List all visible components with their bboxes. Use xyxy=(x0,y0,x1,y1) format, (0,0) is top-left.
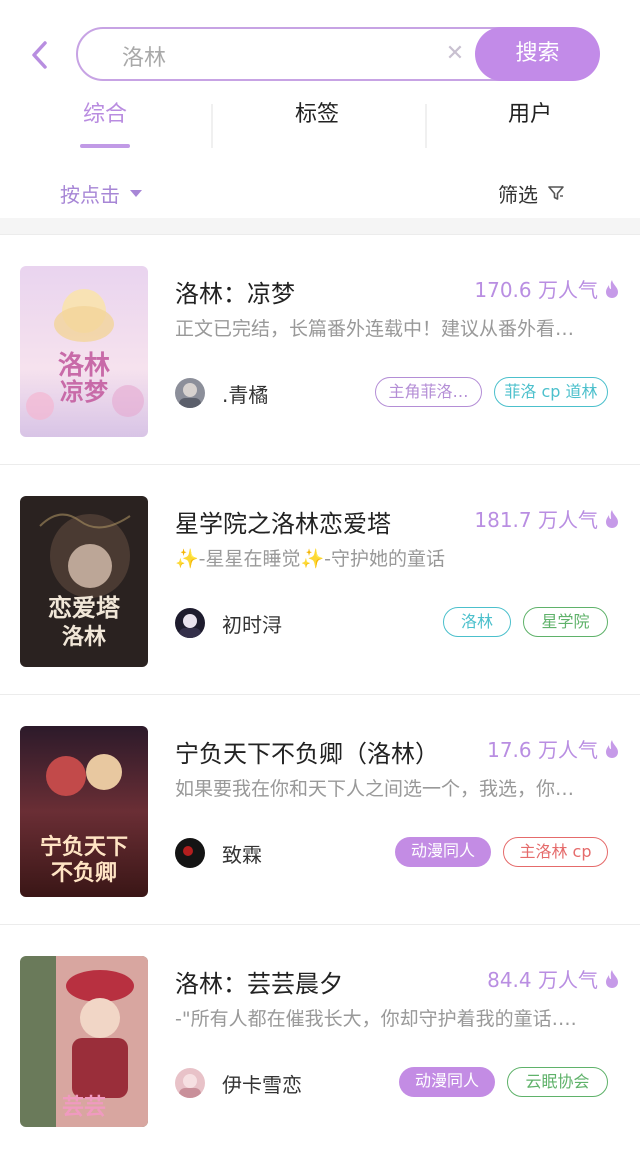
book-title: 星学院之洛林恋爱塔 xyxy=(175,510,391,538)
avatar[interactable] xyxy=(175,378,205,408)
tag-chip[interactable]: 动漫同人 xyxy=(399,1067,495,1097)
svg-text:洛林: 洛林 xyxy=(62,624,106,650)
author-name[interactable]: 伊卡雪恋 xyxy=(222,1069,302,1098)
svg-text:不负卿: 不负卿 xyxy=(51,860,117,886)
book-card[interactable]: 宁负天下 不负卿 宁负天下不负卿（洛林） 17.6 万人气 如果要我在你和天下人… xyxy=(0,694,640,925)
popularity: 84.4 万人气 xyxy=(487,964,620,993)
tab-users[interactable]: 用户 xyxy=(485,96,575,136)
tag-chip[interactable]: 主角菲洛… xyxy=(375,377,482,407)
tag-chip[interactable]: 云眠协会 xyxy=(507,1067,608,1097)
book-card[interactable]: 芸芸 洛林：芸芸晨夕 84.4 万人气 -"所有人都在催我长大，你却守护着我的童… xyxy=(0,924,640,1154)
search-input[interactable] xyxy=(120,37,424,75)
sort-dropdown[interactable]: 按点击 xyxy=(60,178,142,208)
book-card[interactable]: 恋爱塔 洛林 星学院之洛林恋爱塔 181.7 万人气 ✨-星星在睡觉✨-守护她的… xyxy=(0,464,640,695)
tag-chip[interactable]: 星学院 xyxy=(523,607,608,637)
book-title: 宁负天下不负卿（洛林） xyxy=(175,740,439,768)
chevron-left-icon xyxy=(32,41,47,69)
tab-comprehensive[interactable]: 综合 xyxy=(60,96,150,136)
popularity: 170.6 万人气 xyxy=(474,274,620,303)
sort-label: 按点击 xyxy=(60,182,120,207)
book-cover: 宁负天下 不负卿 xyxy=(20,726,148,897)
close-icon[interactable]: ✕ xyxy=(442,41,468,67)
popularity-value: 170.6 万人气 xyxy=(474,278,598,302)
back-button[interactable] xyxy=(26,38,52,72)
search-box: ✕ 搜索 xyxy=(76,27,600,81)
caret-down-icon xyxy=(130,189,142,197)
flame-icon xyxy=(606,739,618,758)
tag-chip[interactable]: 动漫同人 xyxy=(395,837,491,867)
book-description: 正文已完结，长篇番外连载中！建议从番外看… xyxy=(175,318,575,340)
popularity: 17.6 万人气 xyxy=(487,734,620,763)
filter-button[interactable]: 筛选 xyxy=(498,178,564,208)
book-title: 洛林：芸芸晨夕 xyxy=(175,970,343,998)
flame-icon xyxy=(606,969,618,988)
book-cover: 恋爱塔 洛林 xyxy=(20,496,148,667)
book-cover: 洛林 凉梦 xyxy=(20,266,148,437)
book-cover: 芸芸 xyxy=(20,956,148,1127)
popularity-value: 181.7 万人气 xyxy=(474,508,598,532)
popularity-value: 84.4 万人气 xyxy=(487,968,598,992)
book-description: 如果要我在你和天下人之间选一个，我选，你… xyxy=(175,778,575,800)
author-name[interactable]: 初时浔 xyxy=(222,609,282,638)
book-description: -"所有人都在催我长大，你却守护着我的童话…. xyxy=(175,1008,577,1030)
avatar[interactable] xyxy=(175,608,205,638)
flame-icon xyxy=(606,509,618,528)
svg-text:宁负天下: 宁负天下 xyxy=(40,834,128,860)
popularity: 181.7 万人气 xyxy=(474,504,620,533)
book-card[interactable]: 洛林 凉梦 洛林：凉梦 170.6 万人气 正文已完结，长篇番外连载中！建议从番… xyxy=(0,234,640,465)
search-button[interactable]: 搜索 xyxy=(475,27,600,81)
svg-text:芸芸: 芸芸 xyxy=(62,1094,106,1120)
flame-icon xyxy=(606,279,618,298)
tag-chip[interactable]: 菲洛 cp 道林 xyxy=(494,377,608,407)
avatar[interactable] xyxy=(175,838,205,868)
section-divider xyxy=(0,218,640,235)
tab-divider xyxy=(425,104,427,148)
top-bar: ✕ 搜索 xyxy=(0,0,640,92)
tab-divider xyxy=(211,104,213,148)
author-name[interactable]: .青橘 xyxy=(222,379,268,408)
active-tab-indicator xyxy=(80,144,130,148)
tab-bar: 综合 标签 用户 xyxy=(0,90,640,150)
avatar[interactable] xyxy=(175,1068,205,1098)
book-description: ✨-星星在睡觉✨-守护她的童话 xyxy=(175,548,446,570)
book-title: 洛林：凉梦 xyxy=(175,280,295,308)
svg-text:恋爱塔: 恋爱塔 xyxy=(48,593,121,622)
filter-label: 筛选 xyxy=(498,182,538,207)
svg-text:凉梦: 凉梦 xyxy=(60,377,109,406)
popularity-value: 17.6 万人气 xyxy=(487,738,598,762)
tag-chip[interactable]: 洛林 xyxy=(443,607,511,637)
tag-chip[interactable]: 主洛林 cp xyxy=(503,837,608,867)
filter-icon xyxy=(548,186,564,200)
author-name[interactable]: 致霖 xyxy=(222,839,262,868)
tab-tags[interactable]: 标签 xyxy=(272,96,362,136)
